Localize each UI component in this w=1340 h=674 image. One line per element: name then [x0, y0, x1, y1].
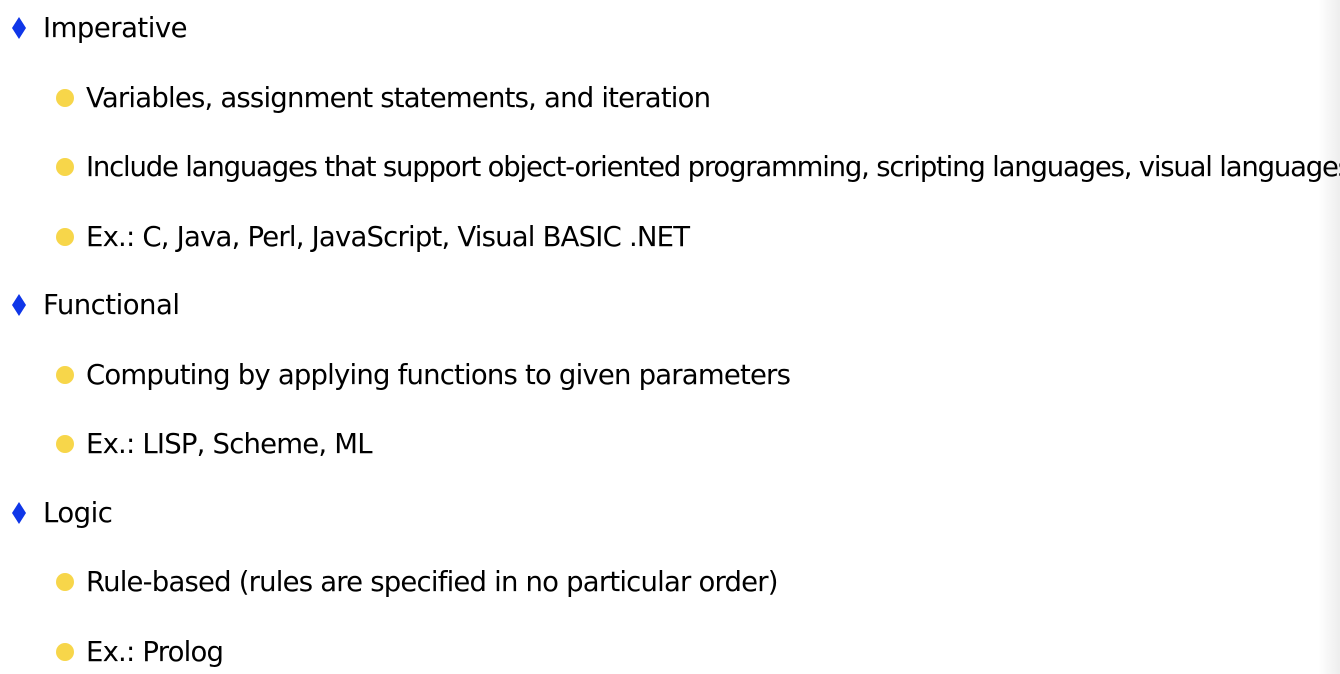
yellow-dot-bullet-icon: [56, 435, 74, 453]
sub-bullet-functional-1: Computing by applying functions to given…: [56, 355, 791, 395]
bullet-logic: Logic: [8, 493, 113, 533]
yellow-dot-bullet-icon: [56, 89, 74, 107]
sub-bullet-imperative-2: Include languages that support object-or…: [56, 147, 1340, 187]
heading-imperative: Imperative: [43, 12, 188, 44]
item-text: Computing by applying functions to given…: [86, 359, 791, 391]
sub-bullet-imperative-3: Ex.: C, Java, Perl, JavaScript, Visual B…: [56, 217, 690, 257]
item-text: Ex.: LISP, Scheme, ML: [86, 428, 373, 460]
yellow-dot-bullet-icon: [56, 366, 74, 384]
item-text: Ex.: C, Java, Perl, JavaScript, Visual B…: [86, 221, 690, 253]
bullet-functional: Functional: [8, 285, 180, 325]
sub-bullet-functional-2: Ex.: LISP, Scheme, ML: [56, 424, 373, 464]
item-text: Variables, assignment statements, and it…: [86, 82, 711, 114]
blue-diamond-bullet-icon: [8, 501, 30, 525]
blue-diamond-bullet-icon: [8, 16, 30, 40]
heading-logic: Logic: [43, 497, 113, 529]
slide: Imperative Variables, assignment stateme…: [0, 0, 1340, 674]
yellow-dot-bullet-icon: [56, 158, 74, 176]
sub-bullet-logic-2: Ex.: Prolog: [56, 632, 224, 672]
slide-edge-shadow: [1318, 0, 1340, 674]
item-text: Ex.: Prolog: [86, 636, 224, 668]
yellow-dot-bullet-icon: [56, 643, 74, 661]
bullet-imperative: Imperative: [8, 8, 188, 48]
item-text: Include languages that support object-or…: [86, 151, 1340, 183]
sub-bullet-imperative-1: Variables, assignment statements, and it…: [56, 78, 711, 118]
item-text: Rule-based (rules are specified in no pa…: [86, 566, 779, 598]
blue-diamond-bullet-icon: [8, 293, 30, 317]
heading-functional: Functional: [43, 289, 180, 321]
yellow-dot-bullet-icon: [56, 228, 74, 246]
sub-bullet-logic-1: Rule-based (rules are specified in no pa…: [56, 562, 779, 602]
yellow-dot-bullet-icon: [56, 573, 74, 591]
